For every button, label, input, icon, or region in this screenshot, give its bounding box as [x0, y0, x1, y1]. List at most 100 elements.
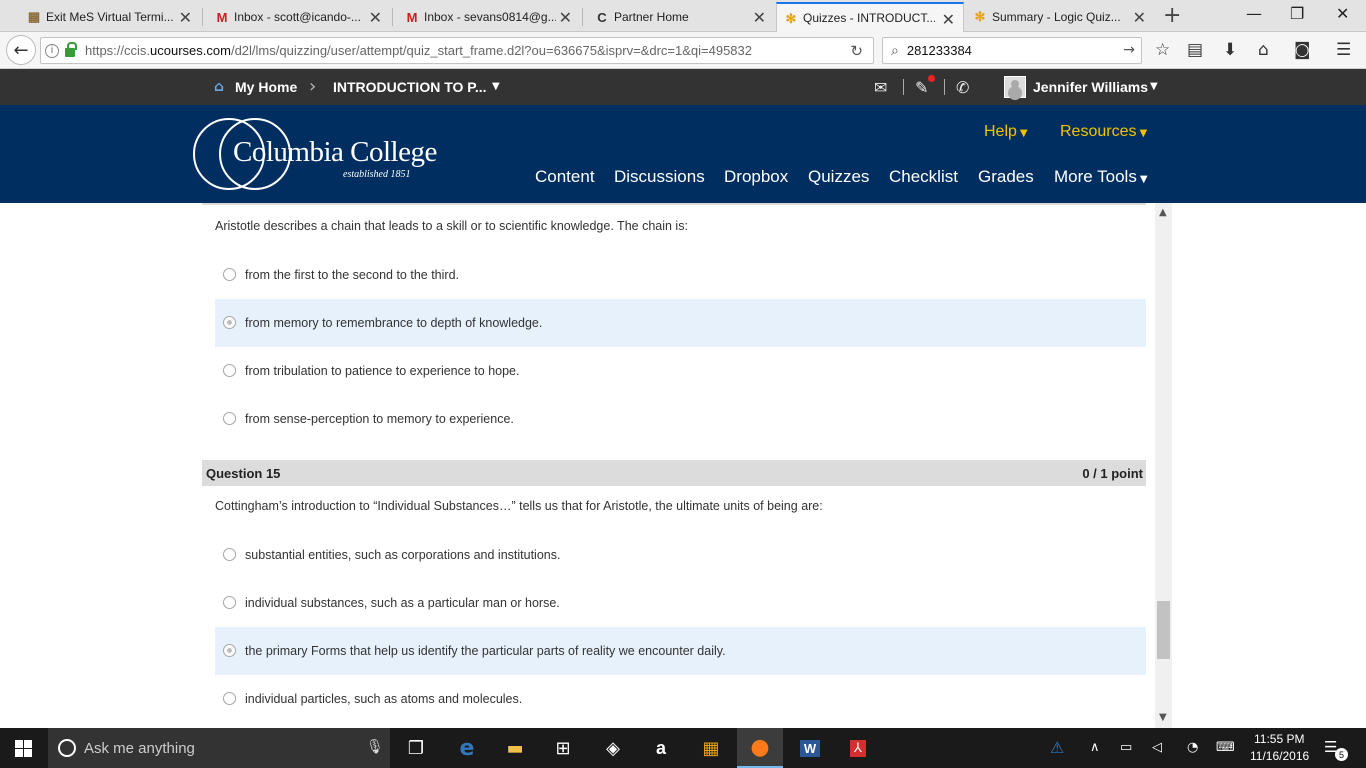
answer-option[interactable]: substantial entities, such as corporatio…: [215, 531, 1146, 579]
info-icon[interactable]: i: [45, 43, 59, 58]
browser-tab[interactable]: ▦ Exit MeS Virtual Termi... ✕: [20, 2, 200, 32]
word-icon[interactable]: W: [787, 728, 833, 768]
close-tab-icon[interactable]: ✕: [753, 8, 766, 27]
answer-option-selected[interactable]: the primary Forms that help us identify …: [215, 627, 1146, 675]
bookmark-star-icon[interactable]: ☆: [1155, 40, 1170, 60]
browser-tab-active[interactable]: ✻ Quizzes - INTRODUCT... ✕: [776, 2, 964, 32]
answer-option[interactable]: individual particles, such as atoms and …: [215, 675, 1146, 723]
caret-down-icon[interactable]: ▼: [492, 81, 500, 92]
question-15-header: Question 15 0 / 1 point: [202, 460, 1146, 486]
resources-label: Resources: [1060, 123, 1137, 140]
divider: [903, 79, 904, 95]
close-tab-icon[interactable]: ✕: [369, 8, 382, 27]
nav-content[interactable]: Content: [535, 167, 595, 187]
reload-icon[interactable]: ↻: [850, 42, 863, 60]
browser-navbar: ← i https://ccis.ucourses.com/d2l/lms/qu…: [0, 32, 1366, 69]
cortana-search-box[interactable]: Ask me anything 🎙: [48, 728, 390, 768]
scrollbar-thumb[interactable]: [1157, 601, 1170, 659]
radio-button[interactable]: [223, 412, 236, 425]
battery-icon[interactable]: ▭: [1120, 740, 1132, 755]
browser-tab[interactable]: M Inbox - scott@icando-... ✕: [208, 2, 390, 32]
url-domain: ucourses.com: [150, 43, 231, 58]
radio-button[interactable]: [223, 692, 236, 705]
clock-time[interactable]: 11:55 PM: [1254, 732, 1304, 746]
home-icon[interactable]: ⌂: [1258, 40, 1269, 60]
cortana-placeholder: Ask me anything: [84, 740, 195, 757]
nav-more-tools[interactable]: More Tools ▼: [1054, 167, 1148, 187]
scrollbar[interactable]: ▲ ▼: [1155, 203, 1172, 728]
close-tab-icon[interactable]: ✕: [559, 8, 572, 27]
acrobat-icon[interactable]: ⅄: [835, 728, 881, 768]
back-arrow-icon[interactable]: ←: [6, 35, 36, 65]
restore-window-icon[interactable]: ❐: [1290, 4, 1304, 23]
edge-browser-icon[interactable]: e: [444, 728, 490, 768]
address-bar[interactable]: i https://ccis.ucourses.com/d2l/lms/quiz…: [40, 37, 874, 64]
browser-tab[interactable]: C Partner Home ✕: [588, 2, 774, 32]
browser-tab[interactable]: ✻ Summary - Logic Quiz... ✕: [966, 2, 1154, 32]
radio-button-selected[interactable]: [223, 644, 236, 657]
radio-button[interactable]: [223, 596, 236, 609]
amazon-icon[interactable]: a: [638, 728, 684, 768]
chevron-right-icon: ›: [309, 76, 317, 97]
go-arrow-icon[interactable]: →: [1123, 42, 1135, 58]
onedrive-warning-icon[interactable]: ⚠: [1050, 738, 1064, 757]
caret-down-icon[interactable]: ▼: [1150, 81, 1158, 92]
file-explorer-icon[interactable]: ▬: [492, 728, 538, 768]
quiz-frame: Aristotle describes a chain that leads t…: [202, 203, 1146, 728]
answer-option[interactable]: individual substances, such as a particu…: [215, 579, 1146, 627]
answer-option-selected[interactable]: from memory to remembrance to depth of k…: [215, 299, 1146, 347]
scroll-up-arrow-icon[interactable]: ▲: [1159, 207, 1167, 218]
close-tab-icon[interactable]: ✕: [942, 10, 955, 29]
close-tab-icon[interactable]: ✕: [1133, 8, 1146, 27]
windows-start-icon[interactable]: [15, 740, 32, 757]
nav-checklist[interactable]: Checklist: [889, 167, 958, 187]
close-tab-icon[interactable]: ✕: [179, 8, 192, 27]
radio-button[interactable]: [223, 364, 236, 377]
close-window-icon[interactable]: ✕: [1336, 4, 1349, 23]
nav-quizzes[interactable]: Quizzes: [808, 167, 869, 187]
radio-button-selected[interactable]: [223, 316, 236, 329]
pocket-icon[interactable]: ◙: [1294, 40, 1311, 60]
partner-c-icon: C: [597, 9, 607, 25]
avatar[interactable]: [1004, 76, 1026, 98]
subscription-alerts-icon[interactable]: ✆: [956, 78, 969, 97]
answer-text: substantial entities, such as corporatio…: [245, 548, 561, 562]
virtual-terminal-icon[interactable]: ▦: [688, 728, 734, 768]
nav-dropbox[interactable]: Dropbox: [724, 167, 788, 187]
radio-button[interactable]: [223, 268, 236, 281]
microphone-icon[interactable]: 🎙: [366, 739, 384, 755]
scroll-down-arrow-icon[interactable]: ▼: [1159, 712, 1167, 723]
browser-tab[interactable]: M Inbox - sevans0814@g... ✕: [398, 2, 580, 32]
columbia-college-logo[interactable]: Columbia College established 1851: [193, 118, 453, 192]
hamburger-menu-icon[interactable]: ☰: [1336, 40, 1351, 60]
volume-icon[interactable]: ◁: [1152, 740, 1162, 755]
minimize-window-icon[interactable]: —: [1246, 4, 1262, 23]
search-input[interactable]: ⌕ 281233384 →: [882, 37, 1142, 64]
task-view-icon[interactable]: ❐: [393, 728, 439, 768]
new-tab-plus-icon[interactable]: +: [1163, 3, 1181, 28]
firefox-icon[interactable]: ●: [737, 728, 783, 768]
my-home-link[interactable]: ⌂ My Home: [214, 79, 297, 95]
notification-count-badge: 5: [1335, 748, 1348, 761]
nav-grades[interactable]: Grades: [978, 167, 1034, 187]
show-hidden-icons-chevron-icon[interactable]: ∧: [1090, 740, 1100, 755]
answer-option[interactable]: from the first to the second to the thir…: [215, 251, 1146, 299]
help-menu[interactable]: Help ▼: [984, 123, 1028, 141]
answer-option[interactable]: from tribulation to patience to experien…: [215, 347, 1146, 395]
course-selector[interactable]: INTRODUCTION TO P...: [333, 79, 487, 95]
store-icon[interactable]: ⊞: [540, 728, 586, 768]
reader-list-icon[interactable]: ▤: [1187, 40, 1203, 60]
keyboard-icon[interactable]: ⌨: [1216, 740, 1235, 755]
dropbox-icon[interactable]: ◈: [590, 728, 636, 768]
clock-date[interactable]: 11/16/2016: [1250, 749, 1309, 763]
answer-text: from sense-perception to memory to exper…: [245, 412, 514, 426]
resources-menu[interactable]: Resources ▼: [1060, 123, 1147, 141]
update-alerts-icon[interactable]: ✎: [915, 78, 928, 97]
radio-button[interactable]: [223, 548, 236, 561]
message-alerts-icon[interactable]: ✉: [874, 78, 887, 97]
download-arrow-icon[interactable]: ⬇: [1223, 40, 1237, 60]
nav-discussions[interactable]: Discussions: [614, 167, 705, 187]
user-name[interactable]: Jennifer Williams: [1033, 79, 1148, 95]
answer-option[interactable]: from sense-perception to memory to exper…: [215, 395, 1146, 443]
wifi-icon[interactable]: ◔: [1187, 740, 1198, 755]
